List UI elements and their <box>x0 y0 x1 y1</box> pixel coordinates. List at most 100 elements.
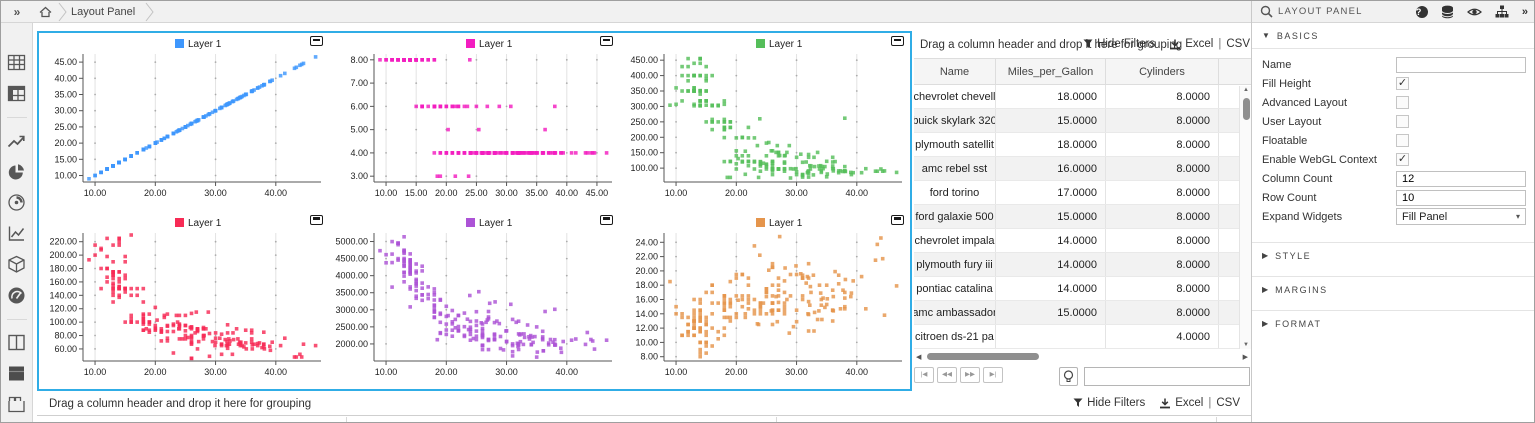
visibility-icon[interactable] <box>1467 6 1482 18</box>
vertical-scroll-thumb[interactable] <box>1243 98 1250 120</box>
pager-button[interactable]: ◀◀ <box>937 367 957 383</box>
widget-collapse-button[interactable] <box>891 36 904 46</box>
hierarchy-icon[interactable] <box>1495 5 1509 18</box>
data-grid-icon[interactable] <box>5 51 29 74</box>
selected-layout-panel[interactable]: 10.0015.0020.0025.0030.0035.0040.0045.00… <box>37 31 912 391</box>
svg-text:3000.00: 3000.00 <box>335 304 368 314</box>
home-icon[interactable] <box>39 6 52 18</box>
grid-search-input[interactable] <box>1084 367 1250 386</box>
column-header-mpg[interactable]: Miles_per_Gallon <box>996 59 1106 84</box>
section-basics[interactable]: ▼ BASICS <box>1252 23 1534 49</box>
user-layout-checkbox[interactable] <box>1396 115 1409 128</box>
chart-widget[interactable]: 10.0015.0020.0025.0030.0035.0040.0045.00… <box>39 33 329 211</box>
property-label: Expand Widgets <box>1262 211 1396 223</box>
widget-collapse-button[interactable] <box>310 215 323 225</box>
line-chart-icon[interactable] <box>5 130 29 153</box>
breadcrumb-item[interactable]: Layout Panel <box>67 6 145 18</box>
section-margins[interactable]: ▶MARGINS <box>1252 276 1534 302</box>
table-row[interactable]: amc ambassador15.00008.0000 <box>914 301 1252 325</box>
collapse-panel-icon[interactable]: » <box>1522 6 1526 18</box>
fill-height-checkbox[interactable]: ✓ <box>1396 77 1409 90</box>
section-format[interactable]: ▶FORMAT <box>1252 310 1534 336</box>
radial-gauge-icon[interactable] <box>5 191 29 214</box>
pager-button[interactable]: ▶▶ <box>960 367 980 383</box>
widget-collapse-button[interactable] <box>600 36 613 46</box>
property-row: Advanced Layout <box>1262 93 1526 112</box>
svg-text:Layer 1: Layer 1 <box>769 39 803 50</box>
pivot-grid-icon[interactable] <box>5 82 29 105</box>
column-layout-icon[interactable] <box>5 332 29 355</box>
cell-mpg: 18.0000 <box>996 133 1106 156</box>
column-header-name[interactable]: Name <box>914 59 996 84</box>
table-row[interactable]: amc rebel sst16.00008.0000 <box>914 157 1252 181</box>
data-grid-widget[interactable]: Drag a column header and drop it here fo… <box>914 32 1252 392</box>
table-row[interactable]: citroen ds-21 pa4.0000 <box>914 325 1252 349</box>
svg-text:10.00: 10.00 <box>665 367 688 377</box>
table-row[interactable]: ford galaxie 50015.00008.0000 <box>914 205 1252 229</box>
table-row[interactable]: plymouth satellit18.00008.0000 <box>914 133 1252 157</box>
scroll-left-icon[interactable]: ◀ <box>916 353 921 361</box>
column-header-cylinders[interactable]: Cylinders <box>1106 59 1219 84</box>
download-icon <box>1169 39 1181 50</box>
svg-text:20.00: 20.00 <box>435 188 458 198</box>
svg-text:140.00: 140.00 <box>49 290 77 300</box>
horizontal-scrollbar[interactable]: ◀ ▶ <box>914 351 1252 363</box>
table-row[interactable]: chevrolet chevell18.00008.0000 <box>914 85 1252 109</box>
export-excel-button[interactable]: Excel <box>1169 38 1213 50</box>
table-row[interactable]: pontiac catalina14.00008.0000 <box>914 277 1252 301</box>
help-icon[interactable]: ? <box>1416 6 1428 18</box>
section-style[interactable]: ▶STYLE <box>1252 242 1534 268</box>
floatable-checkbox[interactable] <box>1396 134 1409 147</box>
column-count-input[interactable] <box>1396 171 1526 187</box>
enable-webgl-context-checkbox[interactable]: ✓ <box>1396 153 1409 166</box>
cell-cylinders: 8.0000 <box>1106 133 1219 156</box>
layout-panel-icon[interactable] <box>5 362 29 385</box>
gauge-icon[interactable] <box>5 284 29 307</box>
chart-widget[interactable]: 100.00150.00200.00250.00300.00350.00400.… <box>620 33 910 211</box>
chart-widget[interactable]: 3.004.005.006.007.008.0010.0015.0020.002… <box>330 33 620 211</box>
widget-collapse-button[interactable] <box>600 215 613 225</box>
table-row[interactable]: ford torino17.00008.0000 <box>914 181 1252 205</box>
cell-name: plymouth satellit <box>914 133 996 156</box>
pager-button[interactable]: |◀ <box>914 367 934 383</box>
pie-chart-icon[interactable] <box>5 160 29 183</box>
table-row[interactable]: plymouth fury iii14.00008.0000 <box>914 253 1252 277</box>
hide-filters-button[interactable]: Hide Filters <box>1073 397 1145 409</box>
table-row[interactable]: buick skylark 32015.00008.0000 <box>914 109 1252 133</box>
svg-text:16.00: 16.00 <box>636 294 659 304</box>
chart-widget[interactable]: 60.0080.00100.00120.00140.00160.00180.00… <box>39 212 329 390</box>
widget-collapse-button[interactable] <box>891 215 904 225</box>
svg-text:10.00: 10.00 <box>54 171 77 181</box>
expand-toolbox-icon[interactable]: » <box>1 5 31 19</box>
svg-text:20.00: 20.00 <box>725 367 748 377</box>
hide-filters-button[interactable]: Hide Filters <box>1083 38 1155 50</box>
expand-widgets-select[interactable]: Fill Panel▾ <box>1396 208 1526 225</box>
table-row[interactable]: chevrolet impala14.00008.0000 <box>914 229 1252 253</box>
export-csv-button[interactable]: CSV <box>1226 38 1250 50</box>
pager-button[interactable]: ▶| <box>983 367 1003 383</box>
svg-text:20.00: 20.00 <box>144 367 167 377</box>
group-drop-hint: Drag a column header and drop it here fo… <box>49 398 311 410</box>
cell-name: amc rebel sst <box>914 157 996 180</box>
svg-text:40.00: 40.00 <box>265 367 288 377</box>
advanced-layout-checkbox[interactable] <box>1396 96 1409 109</box>
widget-collapse-button[interactable] <box>310 36 323 46</box>
hint-button[interactable] <box>1059 367 1078 386</box>
property-row: User Layout <box>1262 112 1526 131</box>
svg-text:4.00: 4.00 <box>350 148 368 158</box>
history-chart-icon[interactable] <box>5 222 29 245</box>
export-excel-button[interactable]: Excel <box>1159 397 1203 409</box>
chart-widget[interactable]: 8.0010.0012.0014.0016.0018.0020.0022.002… <box>620 212 910 390</box>
horizontal-scroll-thumb[interactable] <box>927 353 1039 360</box>
tab-panel-icon[interactable] <box>5 393 29 416</box>
svg-text:180.00: 180.00 <box>49 263 77 273</box>
data-source-icon[interactable] <box>1441 5 1454 19</box>
row-count-input[interactable] <box>1396 190 1526 206</box>
cube-3d-icon[interactable] <box>5 253 29 276</box>
scroll-right-icon[interactable]: ▶ <box>1243 353 1248 361</box>
export-csv-button[interactable]: CSV <box>1216 397 1240 409</box>
chart-widget[interactable]: 2000.002500.003000.003500.004000.004500.… <box>330 212 620 390</box>
name-input[interactable] <box>1396 57 1526 73</box>
property-label: User Layout <box>1262 116 1396 128</box>
hidden-grid-column-divider <box>1216 417 1217 423</box>
